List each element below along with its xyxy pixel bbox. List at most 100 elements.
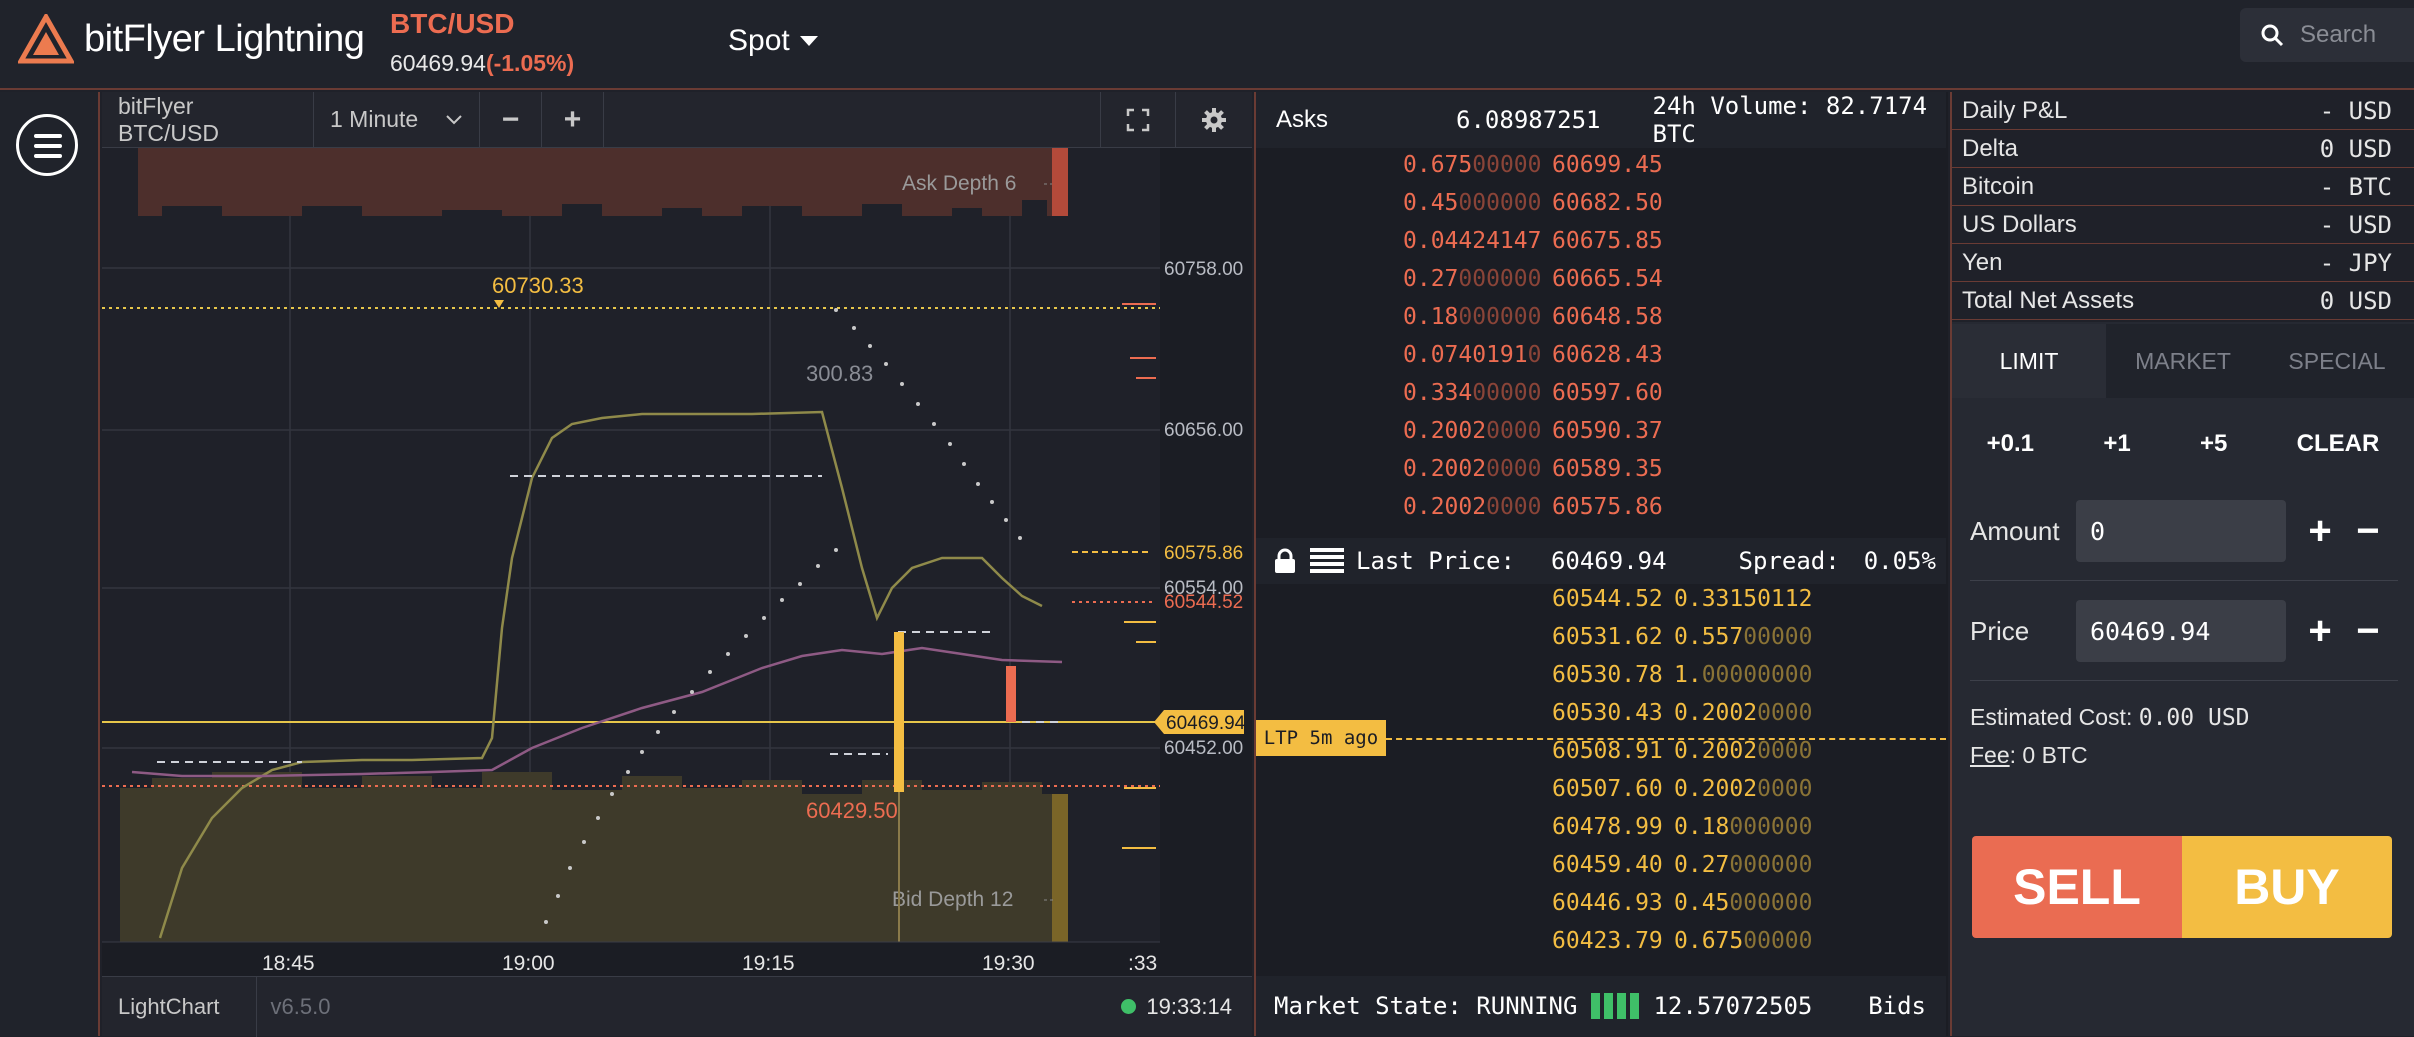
logo[interactable]: bitFlyer Lightning — [18, 14, 365, 64]
ask-size: 0.334 — [1403, 380, 1473, 406]
account-value: - BTC — [2319, 172, 2392, 201]
price-label: Price — [1970, 615, 2030, 646]
ask-row[interactable]: 0.04424147 60675.85 — [1256, 228, 1946, 266]
account-summary: Daily P&L - USD Delta 0 USD Bitcoin - BTC US D… — [1952, 92, 2414, 322]
price-decrement-button[interactable]: − — [2348, 609, 2388, 654]
ask-row[interactable]: 0.07401910 60628.43 — [1256, 342, 1946, 380]
amount-input[interactable] — [2076, 500, 2286, 562]
bitflyer-logo-icon — [18, 14, 74, 64]
current-price-tag: 60469.94 — [1166, 713, 1246, 734]
ask-row[interactable]: 0.18000000 60648.58 — [1256, 304, 1946, 342]
bid-size-padding: 0000 — [1757, 700, 1813, 726]
candle — [1006, 666, 1016, 722]
bid-row[interactable]: 60459.40 0.27000000 — [1256, 852, 1946, 890]
ask-row[interactable]: 0.20020000 60590.37 — [1256, 418, 1946, 456]
ask-size: 0.18 — [1403, 304, 1459, 330]
price-row: Price + − — [1970, 600, 2398, 662]
bid-price: 60530.78 — [1552, 662, 1663, 688]
clear-button[interactable]: CLEAR — [2297, 430, 2380, 480]
last-price-bar: Last Price: 60469.94 Spread: 0.05% — [1256, 538, 1946, 584]
fee-link[interactable]: Fee — [1970, 742, 2010, 768]
account-label: Yen — [1962, 248, 2003, 276]
spread-value: 0.05% — [1863, 547, 1936, 575]
ask-size: 0.0740191 — [1403, 342, 1528, 368]
bid-size: 0.2002 — [1674, 700, 1758, 726]
connection-status-icon — [1121, 999, 1137, 1014]
amount-increment-button[interactable]: + — [2300, 509, 2340, 554]
interval-label: 1 Minute — [330, 106, 419, 132]
bid-size: 0.45 — [1674, 890, 1730, 916]
account-label: Bitcoin — [1962, 172, 2035, 200]
ask-depth-label: Ask Depth 6 — [902, 172, 1016, 195]
bid-price: 60530.43 — [1552, 700, 1663, 726]
price-chart[interactable]: Ask Depth 6 Bid Depth 12 60730.33 300.83 — [102, 148, 1252, 976]
book-header: Asks 6.08987251 24h Volume: 82.7174 BTC — [1256, 92, 1946, 148]
chart-product[interactable]: bitFlyer BTC/USD — [102, 91, 314, 148]
top-bar: bitFlyer Lightning BTC/USD 60469.94(-1.0… — [0, 0, 2414, 90]
price-change: (-1.05%) — [485, 50, 575, 76]
ask-size-padding: 000000 — [1458, 190, 1542, 216]
bid-row[interactable]: 60423.79 0.67500000 — [1256, 928, 1946, 966]
volume-24h: 24h Volume: 82.7174 BTC — [1652, 92, 1928, 148]
account-value: - USD — [2319, 210, 2392, 239]
fee-value: : 0 BTC — [2009, 742, 2088, 768]
add-1-button[interactable]: +1 — [2103, 430, 2130, 480]
last-price-value: 60469.94 — [1550, 547, 1667, 575]
high-label: 60730.33 — [492, 273, 584, 298]
bid-row[interactable]: 60531.62 0.55700000 — [1256, 624, 1946, 662]
book-footer: Market State: RUNNING 12.57072505 Bids — [1256, 976, 1946, 1036]
ask-row[interactable]: 0.45000000 60682.50 — [1256, 190, 1946, 228]
tab-market[interactable]: MARKET — [2106, 324, 2260, 398]
bid-size: 0.2002 — [1674, 776, 1758, 802]
bid-size: 0.18 — [1674, 814, 1730, 840]
ask-size-padding: 00000 — [1472, 380, 1542, 406]
ask-row[interactable]: 0.67500000 60699.45 — [1256, 152, 1946, 190]
y-tick: 60575.86 — [1164, 543, 1243, 564]
bid-row[interactable]: 60530.78 1.00000000 — [1256, 662, 1946, 700]
ask-size-padding: 0 — [1527, 342, 1542, 368]
ask-price: 60665.54 — [1552, 266, 1663, 292]
ask-row[interactable]: 0.20020000 60575.86 — [1256, 494, 1946, 532]
market-select[interactable]: Spot — [728, 24, 818, 58]
y-tick: 60544.52 — [1164, 592, 1243, 613]
zoom-out-button[interactable]: − — [480, 91, 542, 148]
list-icon[interactable] — [1310, 548, 1344, 574]
bid-row[interactable]: 60544.52 0.33150112 — [1256, 586, 1946, 624]
search-placeholder: Search — [2300, 21, 2377, 48]
x-tick: 19:00 — [502, 952, 555, 975]
add-5-button[interactable]: +5 — [2200, 430, 2227, 480]
account-row: Delta 0 USD — [1952, 130, 2414, 168]
bid-row[interactable]: 60507.60 0.20020000 — [1256, 776, 1946, 814]
buy-button[interactable]: BUY — [2182, 836, 2392, 938]
ask-size-padding: 0000 — [1486, 494, 1542, 520]
gear-icon[interactable] — [1176, 92, 1252, 148]
amount-decrement-button[interactable]: − — [2348, 509, 2388, 554]
bid-row[interactable]: 60478.99 0.18000000 — [1256, 814, 1946, 852]
chart-clock: 19:33:14 — [1146, 993, 1232, 1019]
ask-row[interactable]: 0.33400000 60597.60 — [1256, 380, 1946, 418]
bid-size-padding: 00000000 — [1701, 662, 1813, 688]
search-box[interactable]: Search — [2240, 8, 2414, 62]
price-increment-button[interactable]: + — [2300, 609, 2340, 654]
ask-size-padding: 0000 — [1486, 418, 1542, 444]
chart-footer: LightChart v6.5.0 19:33:14 — [102, 976, 1252, 1037]
menu-icon[interactable] — [16, 114, 78, 176]
ask-price: 60575.86 — [1552, 494, 1663, 520]
interval-select[interactable]: 1 Minute — [314, 91, 480, 148]
range-label: 300.83 — [806, 361, 873, 386]
ask-row[interactable]: 0.27000000 60665.54 — [1256, 266, 1946, 304]
price-input[interactable] — [2076, 600, 2286, 662]
ask-size-padding: 00000 — [1472, 152, 1542, 178]
bid-row[interactable]: 60446.93 0.45000000 — [1256, 890, 1946, 928]
ask-row[interactable]: 0.20020000 60589.35 — [1256, 456, 1946, 494]
add-0.1-button[interactable]: +0.1 — [1987, 430, 2034, 480]
fullscreen-icon[interactable] — [1100, 91, 1176, 148]
tab-limit[interactable]: LIMIT — [1952, 324, 2106, 398]
sell-button[interactable]: SELL — [1972, 836, 2182, 938]
account-row: Total Net Assets 0 USD — [1952, 282, 2414, 320]
ask-size: 0.2002 — [1403, 418, 1487, 444]
tab-special[interactable]: SPECIAL — [2260, 324, 2414, 398]
zoom-in-button[interactable]: + — [542, 91, 604, 148]
amount-label: Amount — [1970, 515, 2060, 546]
lock-icon — [1275, 548, 1295, 573]
